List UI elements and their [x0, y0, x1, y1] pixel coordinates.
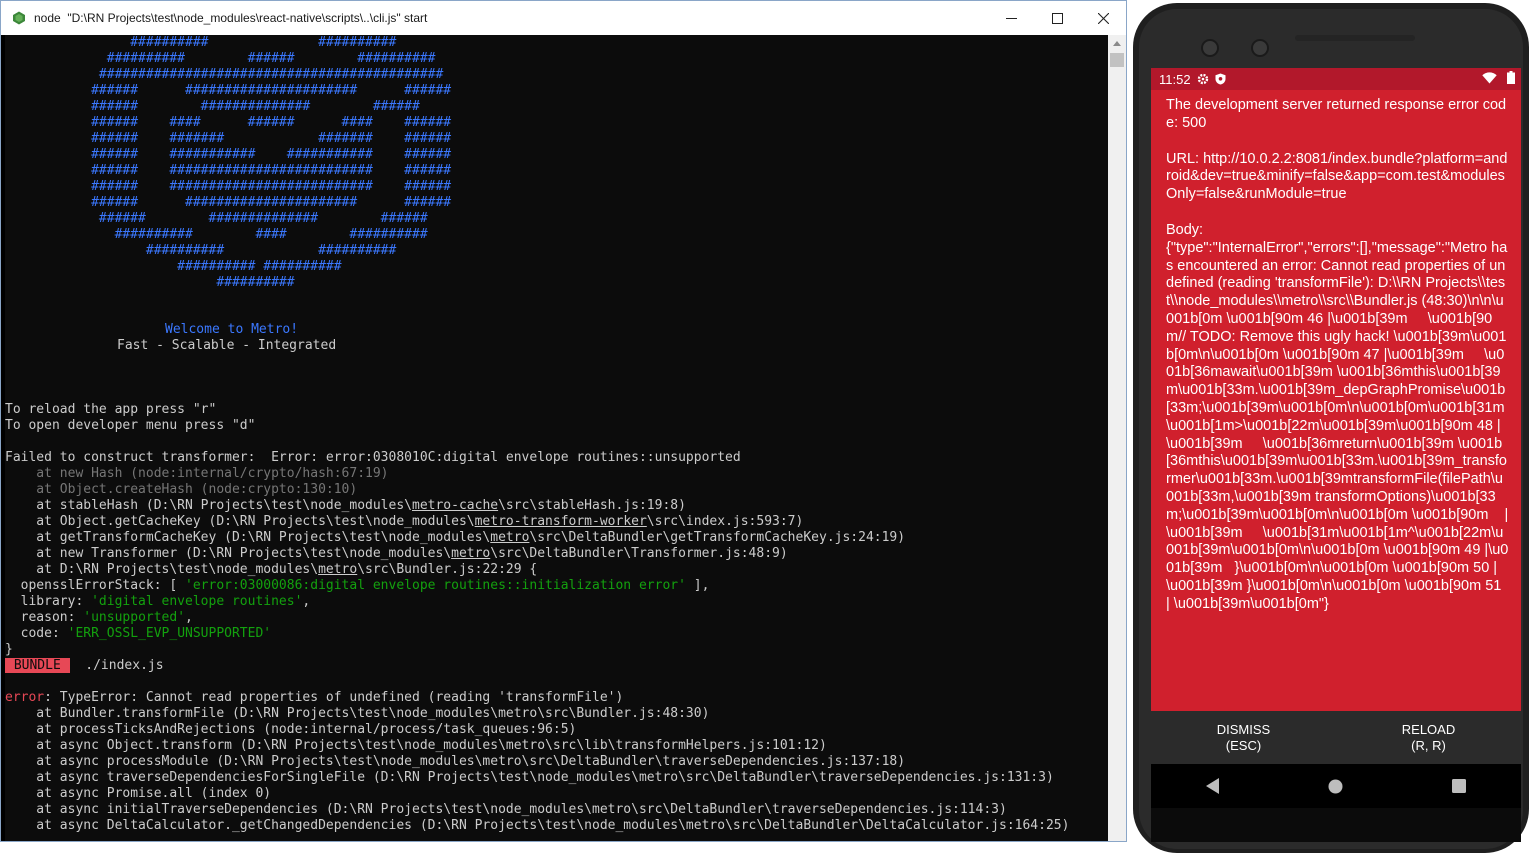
status-time: 11:52	[1159, 71, 1191, 87]
logo-line: ###### #### ###### #### ######	[5, 115, 452, 130]
stack-line: at async processModule (D:\RN Projects\t…	[5, 754, 906, 769]
stack-line: at getTransformCacheKey (D:\RN Projects\…	[5, 530, 906, 545]
logo-line: ###### ########################## ######	[5, 179, 452, 194]
error-label: error	[5, 690, 45, 705]
home-button[interactable]	[1324, 774, 1348, 798]
window-title: node "D:\RN Projects\test\node_modules\r…	[34, 11, 428, 25]
reload-label: RELOAD	[1401, 721, 1456, 737]
logo-line: ###### ###################### ######	[5, 195, 452, 210]
stack-line: at new Transformer (D:\RN Projects\test\…	[5, 546, 788, 561]
devmenu-hint: To open developer menu press "d"	[5, 418, 256, 433]
status-bar: 11:52	[1151, 68, 1521, 90]
bundle-line: BUNDLE ./index.js	[5, 658, 164, 674]
stack-line: at stableHash (D:\RN Projects\test\node_…	[5, 498, 686, 513]
error-title: The development server returned response…	[1166, 97, 1507, 131]
bundle-file: ./index.js	[69, 658, 164, 673]
stack-line: at new Hash (node:internal/crypto/hash:6…	[5, 466, 389, 481]
welcome-text: Welcome to Metro!	[165, 322, 299, 337]
maximize-button[interactable]	[1034, 1, 1080, 35]
stack-line: at async DeltaCalculator._getChangedDepe…	[5, 818, 1070, 833]
stack-line: at async Object.transform (D:\RN Project…	[5, 738, 827, 753]
logo-line: ########## ##########	[5, 35, 397, 50]
module-link: metro-transform-worker	[474, 514, 647, 529]
vertical-scrollbar[interactable]	[1108, 35, 1126, 841]
logo-line: ###### ####### ####### ######	[5, 131, 452, 146]
logo-line: ########## ##########	[5, 243, 397, 258]
settings-gear-icon	[1197, 73, 1209, 85]
error-prop: opensslErrorStack: [ 'error:03000086:dig…	[5, 578, 710, 593]
camera-icon	[1201, 39, 1219, 57]
close-button[interactable]	[1080, 1, 1126, 35]
reload-shortcut: (R, R)	[1411, 737, 1446, 753]
stack-line: at async initialTraverseDependencies (D:…	[5, 802, 1007, 817]
maximize-icon	[1051, 12, 1063, 24]
stack-line: at Object.getCacheKey (D:\RN Projects\te…	[5, 514, 804, 529]
module-link: metro-cache	[412, 498, 499, 513]
close-brace: }	[5, 642, 13, 657]
logo-line: ##########	[5, 275, 295, 290]
type-error-line: error: TypeError: Cannot read properties…	[5, 690, 624, 705]
module-link: metro	[490, 530, 530, 545]
camera-icon	[1251, 39, 1269, 57]
battery-icon	[1507, 71, 1515, 87]
android-nav-bar	[1151, 764, 1521, 808]
dismiss-button[interactable]: DISMISS (ESC)	[1151, 711, 1336, 764]
recents-button[interactable]	[1447, 774, 1471, 798]
logo-line: ###### ############## ######	[5, 99, 420, 114]
phone-screen: 11:52 The development server returned re…	[1151, 68, 1521, 842]
shield-icon	[1215, 73, 1226, 85]
scroll-thumb[interactable]	[1110, 53, 1124, 67]
minimize-button[interactable]	[988, 1, 1034, 35]
error-prop: reason: 'unsupported',	[5, 610, 193, 625]
error-prop: library: 'digital envelope routines',	[5, 594, 311, 609]
dismiss-shortcut: (ESC)	[1225, 737, 1262, 753]
back-button[interactable]	[1201, 774, 1225, 798]
minimize-icon	[1005, 17, 1017, 19]
scroll-up-arrow-icon[interactable]	[1113, 41, 1121, 46]
nodejs-hexagon-icon	[12, 11, 26, 25]
console-window: node "D:\RN Projects\test\node_modules\r…	[0, 0, 1127, 842]
error-prop: code: 'ERR_OSSL_EVP_UNSUPPORTED'	[5, 626, 272, 641]
dismiss-label: DISMISS	[1216, 721, 1271, 737]
error-body: Body: {"type":"InternalError","errors":[…	[1166, 221, 1509, 612]
logo-line: ########## ###### ##########	[5, 51, 436, 66]
logo-line: ###### ############## ######	[5, 211, 428, 226]
reload-button[interactable]: RELOAD (R, R)	[1336, 711, 1521, 764]
transformer-error: Failed to construct transformer: Error: …	[5, 450, 741, 465]
stack-line: at Object.createHash (node:crypto:130:10…	[5, 482, 358, 497]
title-bar[interactable]: node "D:\RN Projects\test\node_modules\r…	[1, 1, 1126, 35]
stack-line: at async traverseDependenciesForSingleFi…	[5, 770, 1054, 785]
redbox-action-bar: DISMISS (ESC) RELOAD (R, R)	[1151, 711, 1521, 764]
back-triangle-icon	[1205, 778, 1219, 794]
bundle-badge: BUNDLE	[5, 658, 70, 673]
error-url: URL: http://10.0.2.2:8081/index.bundle?p…	[1166, 150, 1508, 203]
redbox-error-screen[interactable]: The development server returned response…	[1151, 90, 1521, 711]
close-icon	[1097, 12, 1109, 24]
logo-line: ###### ########### ########### ######	[5, 147, 452, 162]
home-circle-icon	[1328, 779, 1343, 793]
logo-line: ########## ##########	[5, 259, 342, 274]
logo-line: ########## #### ##########	[5, 227, 428, 242]
reload-hint: To reload the app press "r"	[5, 402, 217, 417]
stack-line: at D:\RN Projects\test\node_modules\metr…	[5, 562, 538, 577]
wifi-icon	[1482, 71, 1497, 87]
module-link: metro	[318, 562, 358, 577]
recents-square-icon	[1452, 779, 1467, 793]
stack-line: at async Promise.all (index 0)	[5, 786, 272, 801]
module-link: metro	[451, 546, 491, 561]
logo-line: ###### ###################### ######	[5, 83, 452, 98]
logo-line: ###### ########################## ######	[5, 163, 452, 178]
console-output[interactable]: ########## ########## ########## ###### …	[5, 35, 1108, 841]
tagline-text: Fast - Scalable - Integrated	[117, 338, 337, 353]
earpiece-speaker	[1295, 35, 1415, 41]
logo-line: ########################################…	[5, 67, 444, 82]
stack-line: at Bundler.transformFile (D:\RN Projects…	[5, 706, 710, 721]
stack-line: at processTicksAndRejections (node:inter…	[5, 722, 577, 737]
